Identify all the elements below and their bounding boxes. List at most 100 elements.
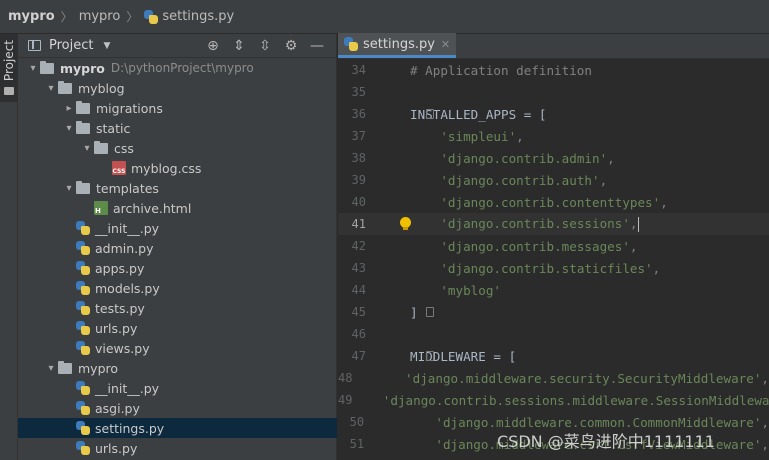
chevron-down-icon[interactable]: ▾: [62, 183, 76, 194]
editor-tabs: settings.py ✕: [338, 33, 769, 59]
lightbulb-icon[interactable]: [400, 217, 411, 230]
expand-all-icon[interactable]: ⇕: [226, 38, 252, 54]
tree-item[interactable]: __init__.py: [18, 378, 337, 398]
tree-item-label: __init__.py: [95, 220, 160, 236]
tree-item[interactable]: ▾ myblog: [18, 78, 337, 98]
tree-item-label: myblog: [78, 80, 125, 96]
punctuation: ,: [761, 370, 769, 386]
breadcrumb-project[interactable]: mypro: [8, 9, 55, 24]
code-line[interactable]: 40 'django.contrib.contenttypes',: [338, 191, 769, 213]
code-line[interactable]: 39 'django.contrib.auth',: [338, 169, 769, 191]
tree-item-label: asgi.py: [95, 400, 140, 416]
code-line[interactable]: 45]: [338, 301, 769, 323]
gutter: [366, 103, 434, 125]
tree-item[interactable]: CSS myblog.css: [18, 158, 337, 178]
folder-icon: [58, 80, 72, 94]
line-number: 36: [351, 107, 366, 121]
panel-toolbar: ⊕ ⇕ ⇳ ⚙ —: [200, 34, 330, 58]
tree-item[interactable]: models.py: [18, 278, 337, 298]
fold-marker-icon[interactable]: [426, 109, 434, 119]
tree-item-label: urls.py: [95, 440, 138, 456]
chevron-right-icon[interactable]: ▸: [62, 103, 76, 114]
fold-marker-icon[interactable]: [426, 351, 434, 361]
tree-item[interactable]: urls.py: [18, 318, 337, 338]
tab-label: settings.py: [363, 36, 435, 52]
chevron-down-icon[interactable]: ▾: [44, 83, 58, 94]
code-text: 'django.contrib.admin',: [410, 151, 614, 166]
code-line[interactable]: 43 'django.contrib.staticfiles',: [338, 257, 769, 279]
project-tool-tab[interactable]: Project: [0, 34, 18, 102]
tree-item[interactable]: apps.py: [18, 258, 337, 278]
code-line[interactable]: 42 'django.contrib.messages',: [338, 235, 769, 257]
line-number: 42: [351, 239, 366, 253]
breadcrumb-folder[interactable]: mypro: [79, 9, 121, 24]
punctuation: ,: [660, 194, 668, 210]
tree-item-label: apps.py: [95, 260, 145, 276]
punctuation: ,: [516, 128, 524, 144]
project-tool-tab-label: Project: [2, 40, 16, 82]
chevron-down-icon[interactable]: ▾: [62, 123, 76, 134]
code-text: 'django.middleware.security.SecurityMidd…: [375, 371, 769, 386]
tree-item-label: archive.html: [113, 200, 192, 216]
chevron-down-icon[interactable]: ▾: [26, 63, 40, 74]
navigation-bar: mypro 〉 mypro 〉 settings.py: [0, 0, 769, 34]
tree-item[interactable]: __init__.py: [18, 218, 337, 238]
code-area[interactable]: 34 # Application definition 35 36 INSTALLED_…: [338, 59, 769, 455]
close-icon[interactable]: ✕: [441, 38, 450, 51]
gutter: [366, 81, 410, 103]
tree-item[interactable]: ▾ css: [18, 138, 337, 158]
tab-settings[interactable]: settings.py ✕: [338, 33, 457, 58]
line-number: 49: [338, 393, 353, 407]
code-line[interactable]: 37 'simpleui',: [338, 125, 769, 147]
code-line[interactable]: 48 'django.middleware.security.SecurityM…: [338, 367, 769, 389]
punctuation: ,: [761, 436, 769, 452]
code-text: 'django.contrib.sessions.middleware.Sess…: [352, 393, 769, 408]
chevron-down-icon[interactable]: ▼: [103, 41, 110, 51]
code-line[interactable]: 41 'django.contrib.sessions',: [338, 213, 769, 235]
tree-item[interactable]: ▾ mypro D:\pythonProject\mypro: [18, 58, 337, 78]
chevron-down-icon[interactable]: ▾: [80, 143, 94, 154]
tree-item[interactable]: ▾ templates: [18, 178, 337, 198]
string-literal: 'django.contrib.staticfiles': [440, 260, 653, 276]
string-literal: 'myblog': [440, 282, 502, 298]
tree-item-label: urls.py: [95, 320, 138, 336]
collapse-all-icon[interactable]: ⇳: [252, 38, 278, 54]
tree-item-label: __init__.py: [95, 380, 160, 396]
project-tree: ▾ mypro D:\pythonProject\mypro ▾ myblog ▸ migr…: [18, 58, 337, 458]
breadcrumb-file[interactable]: settings.py: [162, 9, 234, 24]
tree-item[interactable]: ▾ static: [18, 118, 337, 138]
fold-marker-icon[interactable]: [426, 307, 434, 317]
gear-icon[interactable]: ⚙: [278, 38, 304, 54]
tree-item-path: D:\pythonProject\mypro: [110, 61, 254, 75]
tree-item[interactable]: admin.py: [18, 238, 337, 258]
code-line[interactable]: 36 INSTALLED_APPS = [: [338, 103, 769, 125]
string-literal: 'django.middleware.security.SecurityMidd…: [405, 370, 762, 386]
editor: settings.py ✕ 34 # Application definition…: [338, 33, 769, 460]
tree-item[interactable]: ▾ mypro: [18, 358, 337, 378]
tree-item[interactable]: asgi.py: [18, 398, 337, 418]
code-line[interactable]: 47 MIDDLEWARE = [: [338, 345, 769, 367]
breadcrumb-separator: 〉: [126, 10, 139, 24]
minimize-icon[interactable]: —: [304, 38, 330, 54]
code-text: 'django.contrib.staticfiles',: [410, 261, 660, 276]
code-line[interactable]: 49 'django.contrib.sessions.middleware.S…: [338, 389, 769, 411]
code-line[interactable]: 34 # Application definition: [338, 59, 769, 81]
tree-item[interactable]: views.py: [18, 338, 337, 358]
code-line[interactable]: 46: [338, 323, 769, 345]
tree-item[interactable]: tests.py: [18, 298, 337, 318]
python-file-icon: [344, 37, 358, 51]
breadcrumb-separator: 〉: [60, 10, 73, 24]
chevron-down-icon[interactable]: ▾: [44, 363, 58, 374]
python-file-icon: [76, 241, 90, 255]
project-panel-header: Project ▼ ⊕ ⇕ ⇳ ⚙ —: [18, 34, 336, 58]
project-panel-title[interactable]: Project: [49, 38, 93, 53]
locate-icon[interactable]: ⊕: [200, 38, 226, 54]
line-number: 39: [351, 173, 366, 187]
tree-item[interactable]: Harchive.html: [18, 198, 337, 218]
code-line[interactable]: 44 'myblog': [338, 279, 769, 301]
tree-item[interactable]: settings.py: [18, 418, 337, 438]
code-line[interactable]: 35: [338, 81, 769, 103]
tree-item[interactable]: ▸ migrations: [18, 98, 337, 118]
tree-item[interactable]: urls.py: [18, 438, 337, 458]
code-line[interactable]: 38 'django.contrib.admin',: [338, 147, 769, 169]
